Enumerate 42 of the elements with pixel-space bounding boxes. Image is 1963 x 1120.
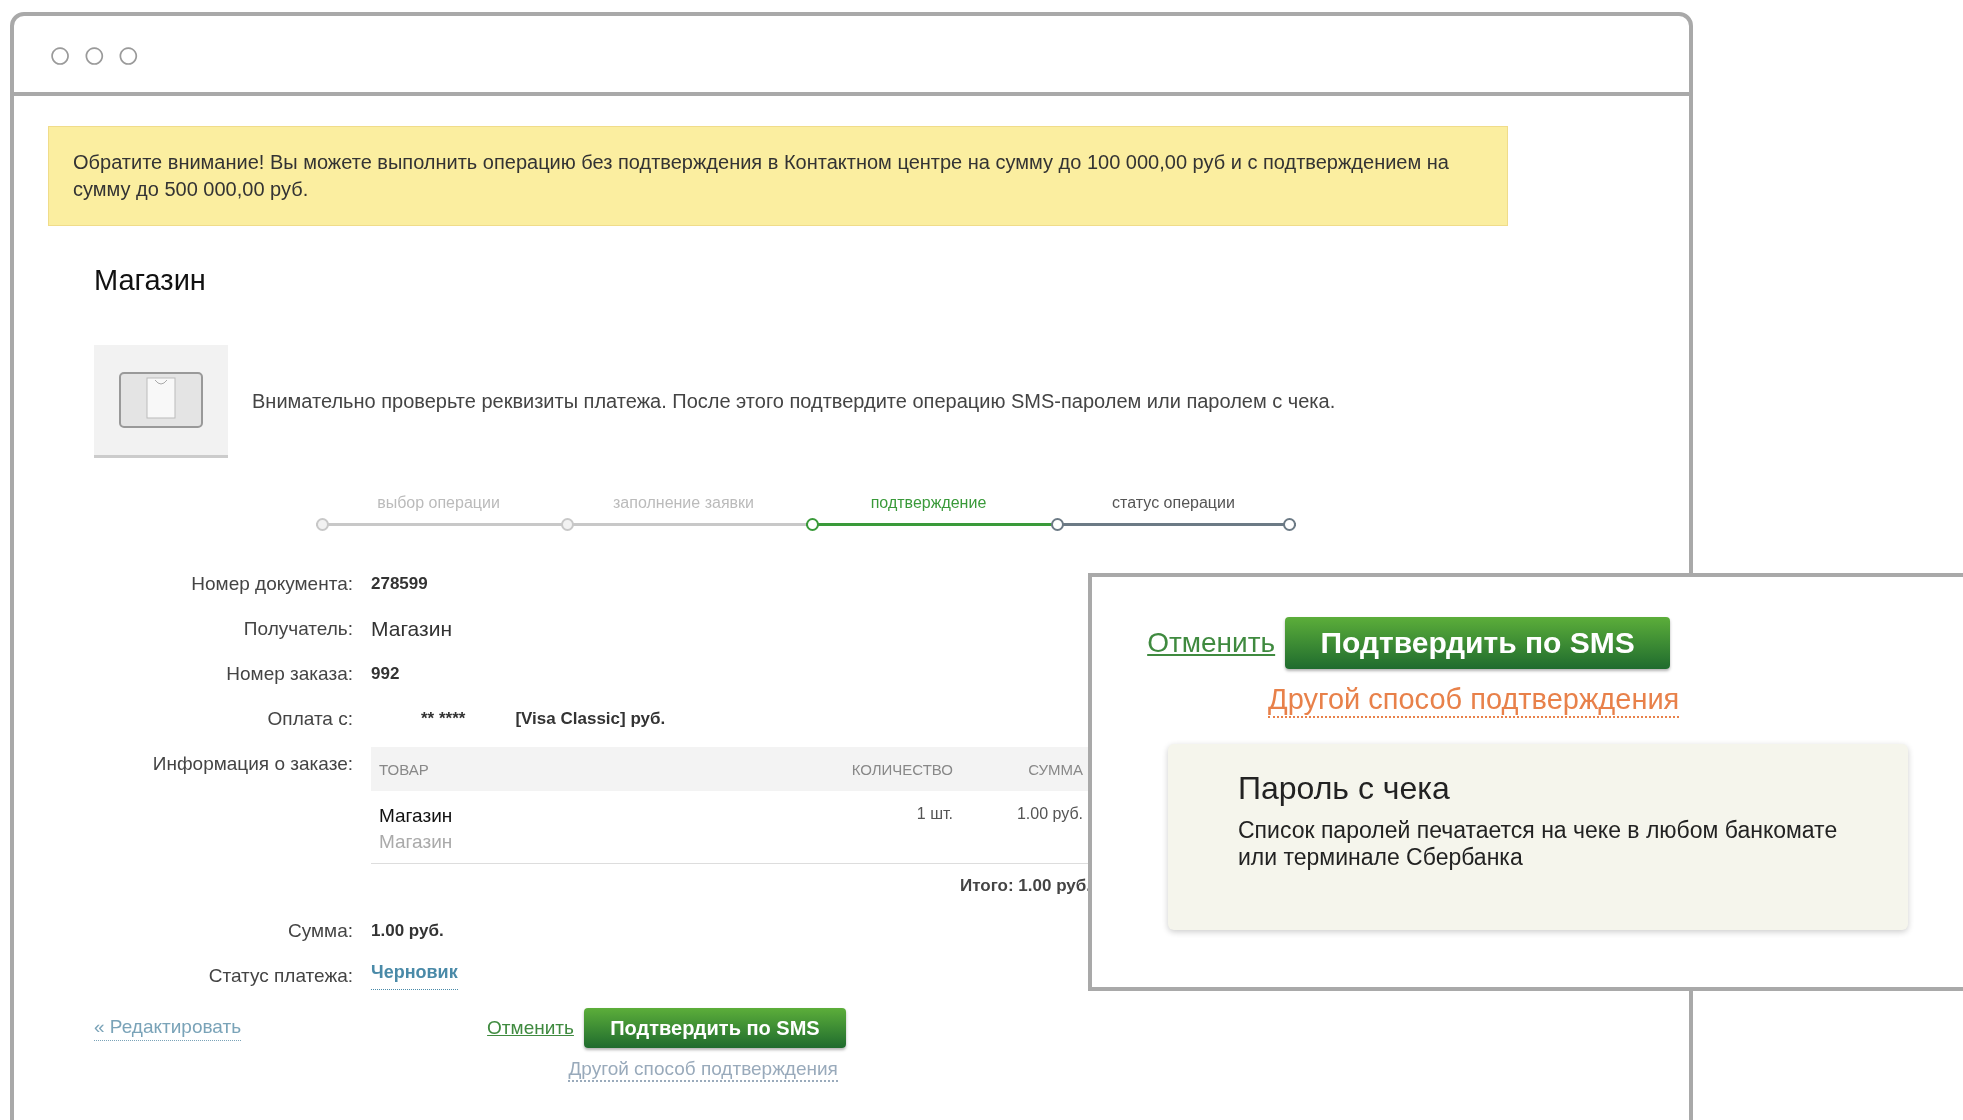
field-label: Оплата с: (266, 707, 353, 731)
field-label: Номер документа: (190, 572, 353, 596)
step-label[interactable]: заполнение заявки (613, 494, 754, 512)
edit-link[interactable]: « Редактировать (94, 1016, 242, 1041)
window-control[interactable]: ○ (48, 34, 73, 74)
field-label: Получатель: (242, 617, 353, 641)
cancel-link[interactable]: Отменить (487, 1017, 574, 1039)
page-title: Магазин (94, 264, 207, 297)
field-label: Сумма: (287, 919, 353, 943)
column-header: ТОВАР (378, 760, 430, 778)
table-cell-text: Магазин (378, 804, 454, 828)
cancel-link[interactable]: Отменить (1147, 627, 1276, 659)
tooltip-title: Пароль с чека (1238, 770, 1451, 807)
shopping-bag-icon (94, 345, 228, 458)
field-value: 278599 (371, 573, 428, 595)
confirm-sms-button[interactable]: Подтвердить по SMS (583, 1008, 846, 1048)
window-control[interactable]: ○ (116, 34, 141, 74)
field-label: Статус платежа: (207, 964, 353, 988)
card-number: ** **** (420, 708, 466, 730)
table-cell-text: Магазин (378, 830, 454, 854)
field-value: 992 (371, 663, 400, 685)
field-value: 1.00 руб. (371, 920, 444, 942)
order-total: Итого: 1.00 руб. (959, 875, 1091, 897)
other-method-link[interactable]: Другой способ подтверждения (568, 1058, 838, 1082)
status-value: Черновик (371, 961, 458, 990)
table-cell-text: 1 шт. (915, 804, 954, 824)
confirm-sms-button[interactable]: Подтвердить по SMS (1285, 617, 1671, 669)
notice-banner: Обратите внимание! Вы можете выполнить операцию без подтверждения в Контактном центре на сумму до 100 000,00 руб и с подтверждением на сумму до 500 000,00 руб. (48, 126, 1508, 226)
step-label[interactable]: подтверждение (870, 494, 987, 512)
step-label[interactable]: выбор операции (377, 494, 500, 512)
other-method-link[interactable]: Другой способ подтверждения (1268, 683, 1680, 718)
step-label[interactable]: статус операции (1112, 494, 1235, 512)
card-type: [Visa Classic] руб. (515, 708, 666, 730)
field-value: Магазин (371, 616, 452, 642)
instruction-text: Внимательно проверьте реквизиты платежа. После этого подтвердите операцию SMS-паролем или паролем с чека. (252, 390, 1336, 413)
column-header: СУММА (1027, 760, 1084, 778)
tooltip-text: Список паролей печатается на чеке в любом банкомате или терминале Сбербанка (1238, 817, 1838, 871)
window-control[interactable]: ○ (82, 34, 107, 74)
column-header: КОЛИЧЕСТВО (850, 760, 954, 778)
table-cell-text: 1.00 руб. (1015, 804, 1084, 824)
field-label: Номер заказа: (225, 662, 353, 686)
field-label: Информация о заказе: (151, 752, 353, 776)
